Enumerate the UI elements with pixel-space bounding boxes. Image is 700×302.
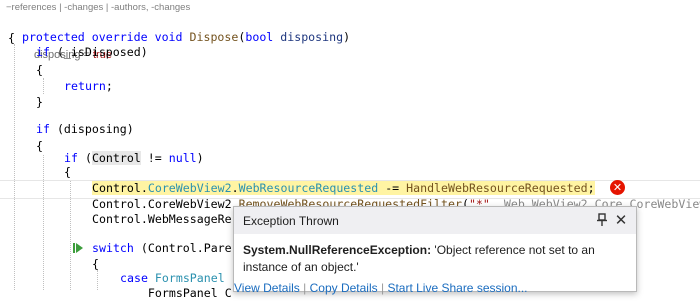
code-text: .Pare <box>196 241 232 255</box>
code-text: ; <box>587 181 595 195</box>
brace: { <box>64 165 71 179</box>
separator: | <box>377 281 388 295</box>
code-line-1[interactable]: protected override void Dispose(bool dis… <box>8 12 350 61</box>
error-icon[interactable]: ✕ <box>610 180 625 195</box>
exception-title: Exception Thrown <box>243 214 339 228</box>
view-details-link[interactable]: View Details <box>234 281 300 295</box>
keyword: return <box>64 79 106 93</box>
code-line-4[interactable]: { <box>36 62 43 79</box>
run-to-click-icon[interactable] <box>73 243 83 253</box>
param: disposing <box>273 30 344 44</box>
code-line-5[interactable]: return; <box>64 78 113 95</box>
brace: { <box>36 139 43 153</box>
highlighted-statement: Control.CoreWebView2.WebResourceRequeste… <box>92 181 595 195</box>
brace: { <box>8 31 15 45</box>
keyword: if <box>64 151 78 165</box>
code-line-8[interactable]: { <box>36 138 43 155</box>
code-text: ; <box>105 79 113 93</box>
keyword: switch <box>92 241 134 255</box>
code-line-17[interactable]: FormsPanel C <box>120 285 232 302</box>
close-icon[interactable]: ✕ <box>614 211 628 229</box>
keyword: if <box>36 45 50 59</box>
keyword: case <box>120 271 148 285</box>
code-line-6[interactable]: } <box>36 94 43 111</box>
punct: ) <box>343 30 351 44</box>
brace: { <box>92 257 99 271</box>
indent-guide <box>14 44 15 290</box>
indent-guide <box>97 270 98 290</box>
code-line-7[interactable]: if (disposing) <box>36 121 134 138</box>
indent-guide <box>43 155 44 290</box>
code-text: Control.CoreWebView2. <box>92 197 239 211</box>
code-line-9[interactable]: if (Control != null) <box>64 150 204 167</box>
code-text: . <box>231 181 239 195</box>
brace: } <box>36 95 43 109</box>
code-line-13[interactable]: Control.WebMessageRe <box>92 211 232 228</box>
type-name: CoreWebView2 <box>147 181 232 195</box>
code-text: . <box>140 181 148 195</box>
keyword: null <box>168 151 197 165</box>
code-line-10[interactable]: { <box>64 164 71 181</box>
keyword: if <box>36 122 50 136</box>
identifier: Control <box>92 181 141 195</box>
code-text: != <box>140 151 169 165</box>
identifier: Control <box>91 151 141 165</box>
exception-header: Exception Thrown ✕ <box>234 207 636 234</box>
exception-type: System.NullReferenceException: <box>243 243 432 257</box>
exception-links: View Details | Copy Details | Start Live… <box>234 281 528 295</box>
brace: { <box>36 63 43 77</box>
exception-message: System.NullReferenceException: 'Object r… <box>243 242 628 276</box>
code-text: FormsPanel C <box>120 286 232 300</box>
method-name: HandleWebResourceRequested <box>406 181 588 195</box>
code-line-2[interactable]: { <box>8 30 15 47</box>
separator: | <box>299 281 310 295</box>
identifier: Control <box>147 241 197 255</box>
code-text: ) <box>196 151 204 165</box>
code-line-3[interactable]: if (_isDisposed) <box>36 44 148 61</box>
pin-icon[interactable] <box>596 213 608 227</box>
code-text: ( <box>77 151 92 165</box>
code-text: .WebMessageRe <box>140 212 232 226</box>
keyword: protected override void <box>21 30 183 44</box>
code-line-15[interactable]: { <box>92 256 99 273</box>
live-share-link[interactable]: Start Live Share session... <box>387 281 527 295</box>
method-name: Dispose <box>189 30 239 44</box>
code-text: -= <box>378 181 407 195</box>
code-text: (disposing) <box>49 122 134 136</box>
copy-details-link[interactable]: Copy Details <box>310 281 378 295</box>
code-line-11-current-statement[interactable]: Control.CoreWebView2.WebResourceRequeste… <box>92 180 595 197</box>
indent-guide <box>43 78 44 94</box>
identifier: Control <box>92 212 141 226</box>
event-name: WebResourceRequested <box>238 181 379 195</box>
keyword: bool <box>245 30 274 44</box>
type-name: FormsPanel <box>147 271 225 285</box>
code-text: (_isDisposed) <box>49 45 148 59</box>
code-line-14[interactable]: switch (Control.Pare <box>92 240 232 257</box>
exception-helper: Exception Thrown ✕ System.NullReferenceE… <box>233 206 637 295</box>
code-text: ( <box>133 241 148 255</box>
